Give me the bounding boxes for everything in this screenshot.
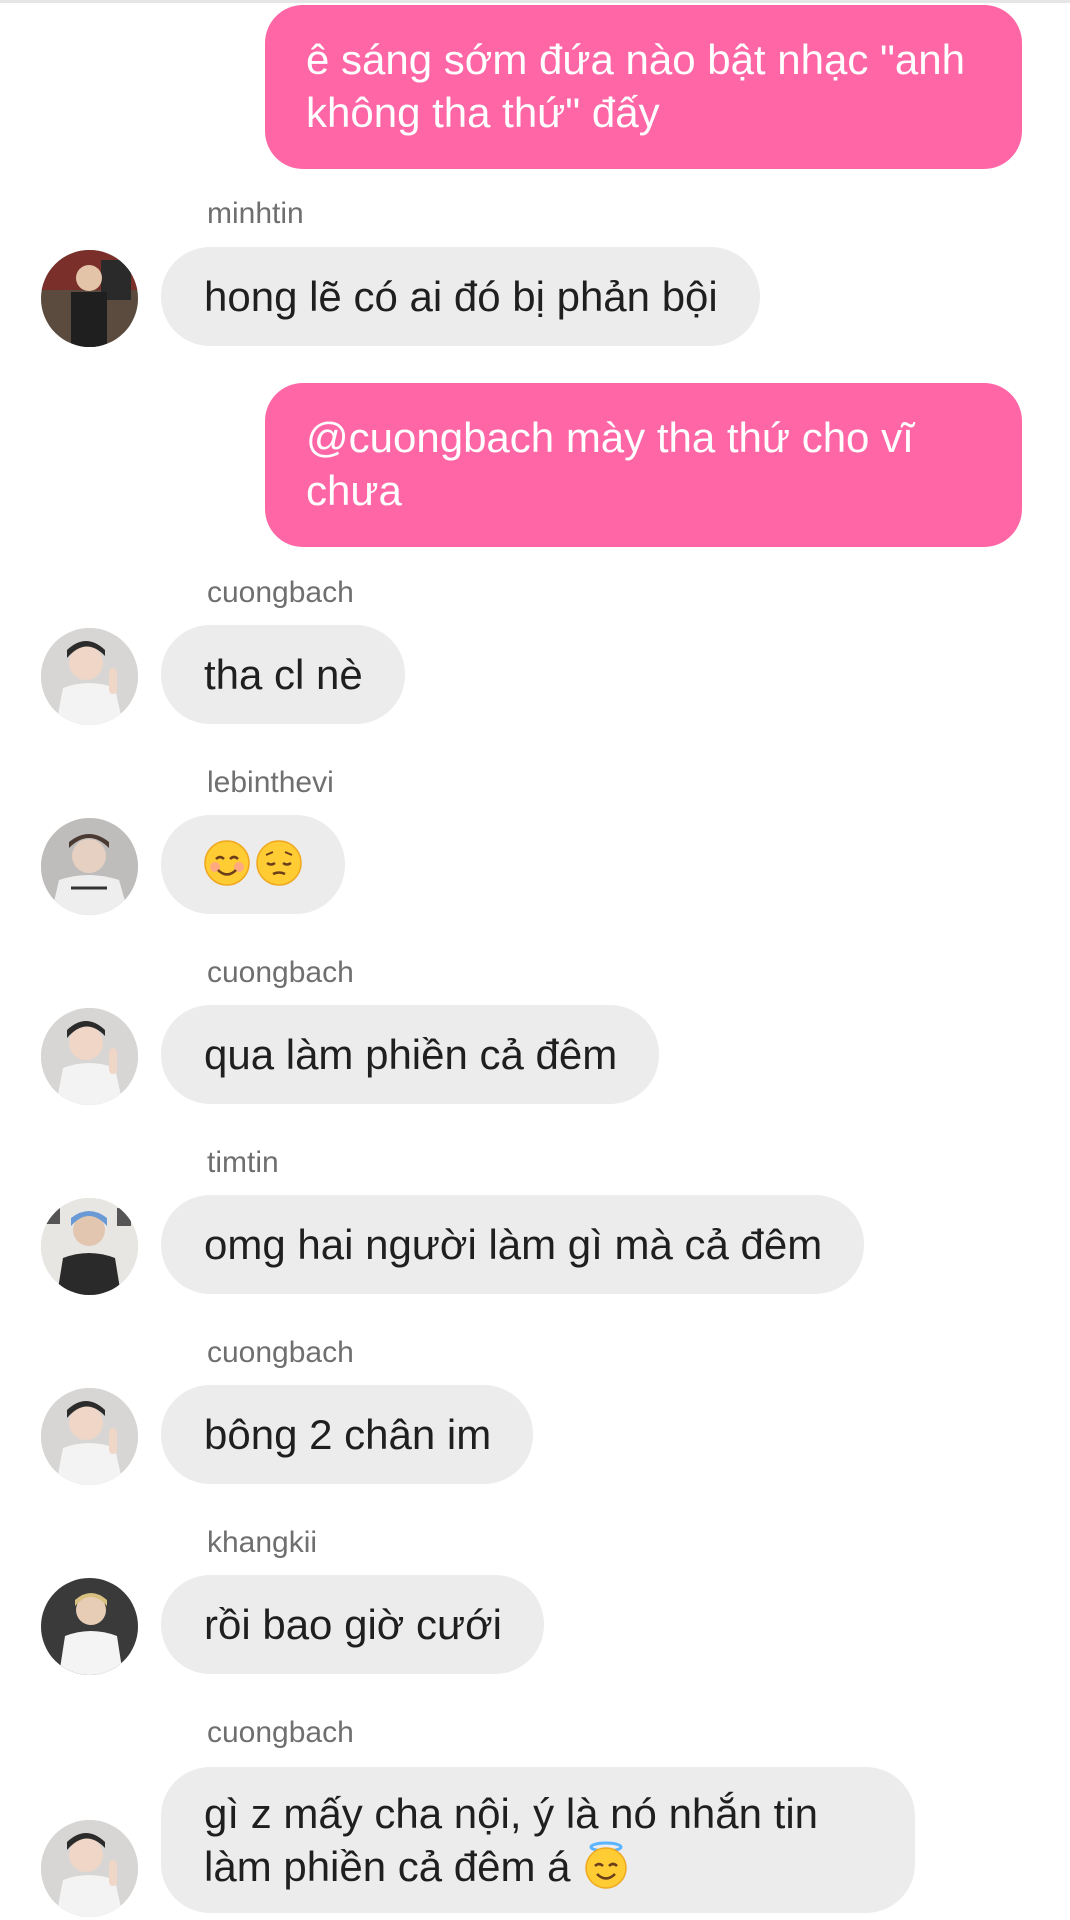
outgoing-message-bubble[interactable]: ê sáng sớm đứa nào bật nhạc "anh không t…	[265, 5, 1022, 169]
avatar[interactable]	[41, 628, 138, 725]
message-text: gì z mấy cha nội, ý là nó nhắn tin làm p…	[204, 1790, 819, 1890]
avatar[interactable]	[41, 1820, 138, 1917]
incoming-message-bubble[interactable]: hong lẽ có ai đó bị phản bội	[161, 247, 760, 346]
smiling-face-with-halo-icon	[585, 1841, 627, 1889]
sender-name: lebinthevi	[207, 766, 334, 799]
incoming-message-bubble[interactable]	[161, 815, 345, 914]
sender-name: cuongbach	[207, 956, 354, 989]
avatar[interactable]	[41, 1198, 138, 1295]
avatar[interactable]	[41, 1388, 138, 1485]
incoming-message-bubble[interactable]: tha cl nè	[161, 625, 405, 724]
sender-name: cuongbach	[207, 576, 354, 609]
incoming-message-bubble[interactable]: qua làm phiền cả đêm	[161, 1005, 660, 1104]
incoming-message-bubble[interactable]: bông 2 chân im	[161, 1385, 534, 1484]
pensive-face-icon	[256, 840, 302, 886]
avatar[interactable]	[41, 1578, 138, 1675]
avatar[interactable]	[41, 250, 138, 347]
avatar[interactable]	[41, 1008, 138, 1105]
top-divider	[0, 0, 1070, 3]
sender-name: cuongbach	[207, 1336, 354, 1369]
incoming-message-bubble[interactable]: rồi bao giờ cưới	[161, 1575, 544, 1674]
sender-name: minhtin	[207, 197, 304, 230]
smiling-face-icon	[204, 840, 250, 886]
sender-name: cuongbach	[207, 1716, 354, 1749]
incoming-message-bubble[interactable]: omg hai người làm gì mà cả đêm	[161, 1195, 865, 1294]
sender-name: timtin	[207, 1146, 279, 1179]
incoming-message-bubble[interactable]: gì z mấy cha nội, ý là nó nhắn tin làm p…	[161, 1767, 915, 1913]
sender-name: khangkii	[207, 1526, 318, 1559]
outgoing-message-bubble[interactable]: @cuongbach mày tha thứ cho vĩ chưa	[265, 383, 1022, 547]
avatar[interactable]	[41, 818, 138, 915]
